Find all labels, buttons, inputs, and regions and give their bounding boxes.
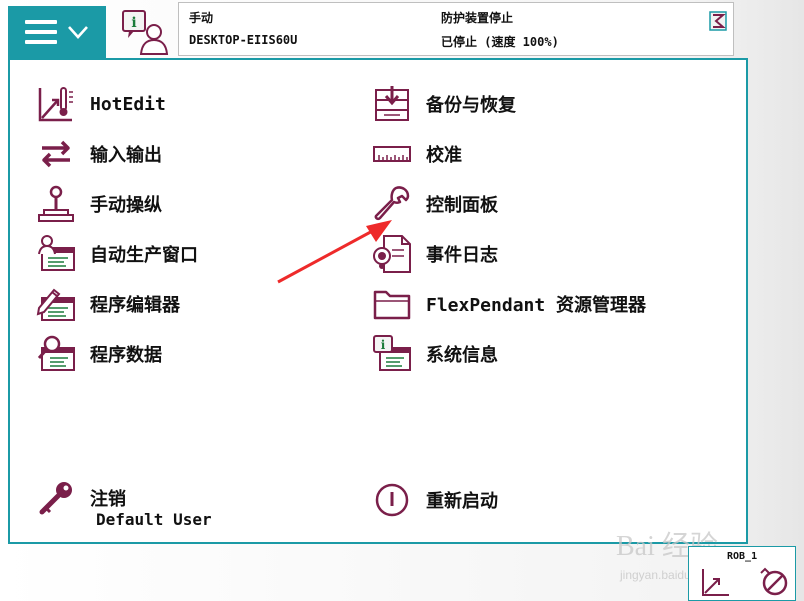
menu-item-flexpendant-explorer[interactable]: FlexPendant 资源管理器 <box>372 284 646 324</box>
menu-item-label: 自动生产窗口 <box>90 245 198 266</box>
program-data-icon <box>37 335 75 371</box>
menu-item-control-panel[interactable]: 控制面板 <box>372 184 498 224</box>
logout-button[interactable]: 注销 Default User <box>36 478 212 529</box>
menu-item-label: 控制面板 <box>426 195 498 216</box>
menu-item-label: 备份与恢复 <box>426 95 516 116</box>
menu-item-label: 事件日志 <box>426 245 498 266</box>
auto-production-icon <box>38 235 75 271</box>
wrench-icon <box>374 186 410 221</box>
speed-status-icon <box>709 11 727 31</box>
menu-item-hotedit[interactable]: HotEdit <box>36 84 166 124</box>
restart-label: 重新启动 <box>426 491 498 512</box>
menu-item-production-window[interactable]: 自动生产窗口 <box>36 234 198 274</box>
menu-item-jogging[interactable]: 手动操纵 <box>36 184 162 224</box>
io-arrows-icon <box>42 140 70 168</box>
main-menu-panel: HotEdit 输入输出 手动操纵 自动生产窗口 程序编辑器 程序数据 备份与恢… <box>8 58 748 544</box>
menu-item-label: 校准 <box>426 145 462 166</box>
key-icon <box>39 482 72 515</box>
event-log-icon <box>373 235 411 273</box>
stop-status-icon <box>760 567 788 596</box>
operating-mode: 手动 <box>189 11 214 25</box>
run-state: 已停止 (速度 100%) <box>441 35 559 49</box>
controller-name: DESKTOP-EIIS60U <box>189 33 298 47</box>
chevron-down-icon <box>68 26 88 39</box>
menu-item-io[interactable]: 输入输出 <box>36 134 162 174</box>
current-user: Default User <box>96 510 212 529</box>
menu-item-label: 程序数据 <box>90 345 162 366</box>
menu-item-program-data[interactable]: 程序数据 <box>36 334 162 374</box>
menu-item-system-info[interactable]: i 系统信息 <box>372 334 498 374</box>
main-menu-button[interactable] <box>8 6 106 58</box>
menu-item-event-log[interactable]: 事件日志 <box>372 234 498 274</box>
operator-info-icon[interactable]: i <box>120 8 170 56</box>
program-editor-icon <box>36 288 75 321</box>
menu-item-calibration[interactable]: 校准 <box>372 134 462 174</box>
menu-item-label: 输入输出 <box>90 145 162 166</box>
joystick-icon <box>38 185 74 222</box>
svg-text:i: i <box>131 15 136 31</box>
mechanical-unit-label: ROB_1 <box>727 551 758 562</box>
menu-item-label: 手动操纵 <box>90 195 162 216</box>
status-bar[interactable]: 手动 DESKTOP-EIIS60U 防护装置停止 已停止 (速度 100%) <box>178 2 734 56</box>
menu-item-label: HotEdit <box>90 93 166 115</box>
quickset-robot-button[interactable]: ROB_1 <box>688 546 796 601</box>
backup-icon <box>375 86 409 121</box>
svg-text:i: i <box>381 338 386 352</box>
folder-icon <box>373 290 411 320</box>
menu-item-backup-restore[interactable]: 备份与恢复 <box>372 84 516 124</box>
restart-button[interactable]: 重新启动 <box>372 480 498 520</box>
hotedit-icon <box>38 87 73 122</box>
menu-item-label: FlexPendant 资源管理器 <box>426 295 647 316</box>
menu-item-program-editor[interactable]: 程序编辑器 <box>36 284 180 324</box>
top-bar: i 手动 DESKTOP-EIIS60U 防护装置停止 已停止 (速度 100%… <box>0 0 804 60</box>
power-icon <box>375 483 409 517</box>
calibration-icon <box>373 146 411 162</box>
safety-status: 防护装置停止 <box>441 11 514 25</box>
menu-item-label: 系统信息 <box>426 345 498 366</box>
menu-item-label: 程序编辑器 <box>90 295 180 316</box>
axes-icon <box>702 569 729 596</box>
logout-label: 注销 <box>90 489 126 510</box>
hamburger-icon <box>25 20 57 44</box>
system-info-icon: i <box>373 335 411 371</box>
